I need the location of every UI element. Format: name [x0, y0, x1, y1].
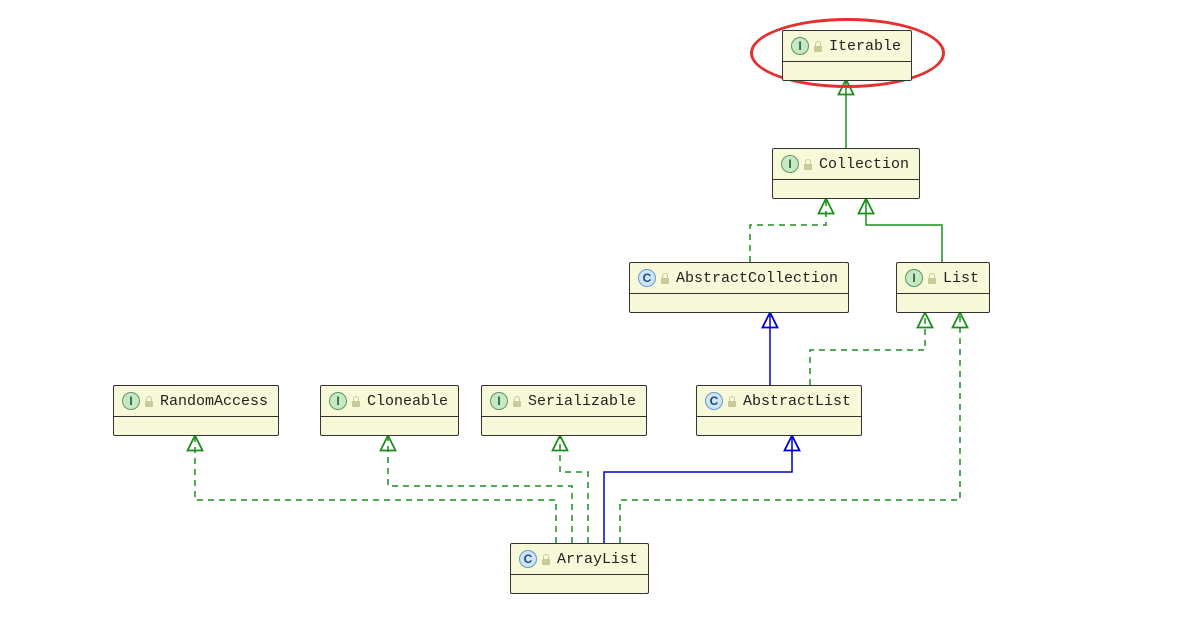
uml-connectors — [0, 0, 1201, 637]
class-icon: C — [519, 550, 537, 568]
node-cloneable: I Cloneable — [320, 385, 459, 436]
class-icon: C — [638, 269, 656, 287]
node-list: I List — [896, 262, 990, 313]
node-abstractcollection: C AbstractCollection — [629, 262, 849, 313]
node-randomaccess: I RandomAccess — [113, 385, 279, 436]
node-collection: I Collection — [772, 148, 920, 199]
lock-icon — [927, 272, 937, 284]
node-label: ArrayList — [557, 551, 638, 568]
lock-icon — [813, 40, 823, 52]
node-serializable: I Serializable — [481, 385, 647, 436]
lock-icon — [660, 272, 670, 284]
node-label: Serializable — [528, 393, 636, 410]
node-label: Cloneable — [367, 393, 448, 410]
interface-icon: I — [329, 392, 347, 410]
interface-icon: I — [490, 392, 508, 410]
lock-icon — [541, 553, 551, 565]
node-label: Collection — [819, 156, 909, 173]
lock-icon — [727, 395, 737, 407]
interface-icon: I — [122, 392, 140, 410]
node-label: RandomAccess — [160, 393, 268, 410]
node-abstractlist: C AbstractList — [696, 385, 862, 436]
node-label: Iterable — [829, 38, 901, 55]
lock-icon — [512, 395, 522, 407]
interface-icon: I — [905, 269, 923, 287]
node-iterable: I Iterable — [782, 30, 912, 81]
node-label: AbstractCollection — [676, 270, 838, 287]
interface-icon: I — [791, 37, 809, 55]
class-icon: C — [705, 392, 723, 410]
lock-icon — [144, 395, 154, 407]
interface-icon: I — [781, 155, 799, 173]
node-label: AbstractList — [743, 393, 851, 410]
lock-icon — [803, 158, 813, 170]
node-arraylist: C ArrayList — [510, 543, 649, 594]
lock-icon — [351, 395, 361, 407]
node-label: List — [943, 270, 979, 287]
